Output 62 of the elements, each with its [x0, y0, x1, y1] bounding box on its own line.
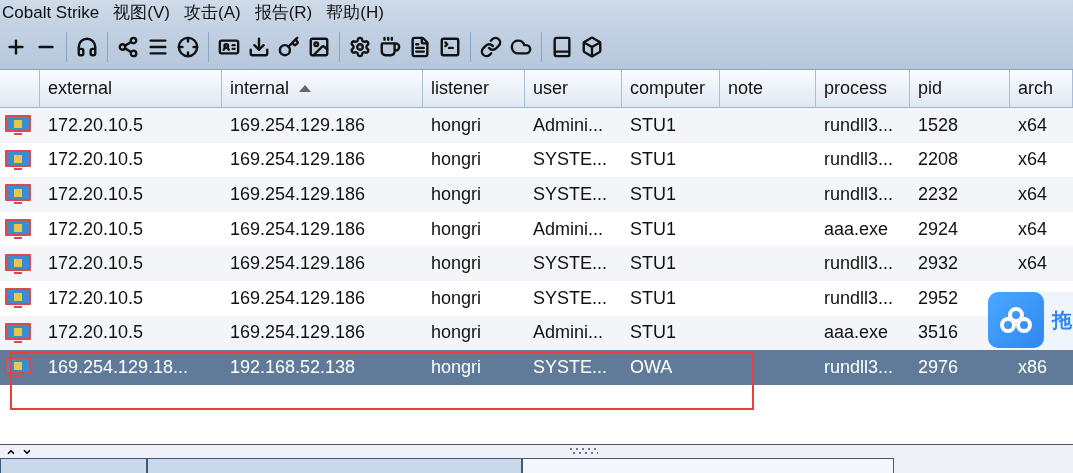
table-cell: SYSTE... [533, 184, 608, 205]
table-cell: hongri [431, 218, 482, 240]
table-cell: 2952 [918, 287, 959, 309]
table-cell: STU1 [630, 218, 676, 240]
table-cell: SYSTE... [533, 287, 608, 309]
table-cell: 2932 [918, 253, 959, 275]
table-cell: 169.254.129.18... [48, 356, 189, 378]
table-cell: aaa.exe [824, 322, 889, 344]
table-cell: Admini... [533, 114, 604, 136]
table-cell: x64 [1018, 184, 1048, 205]
table-cell: SYSTE... [533, 356, 608, 378]
table-cell: aaa.exe [824, 218, 889, 240]
table-cell: 2232 [918, 184, 959, 205]
table-cell: 169.254.129.186 [230, 218, 366, 240]
table-cell: STU1 [630, 184, 676, 205]
table-cell: hongri [431, 149, 482, 171]
table-cell: 169.254.129.186 [230, 184, 366, 205]
table-cell: 172.20.10.5 [48, 149, 144, 171]
table-cell: SYSTE... [533, 253, 608, 275]
table-cell: rundll3... [824, 287, 894, 309]
table-cell: 169.254.129.186 [230, 322, 366, 344]
table-cell: 172.20.10.5 [48, 184, 144, 205]
table-cell: 172.20.10.5 [48, 287, 144, 309]
table-cell: x64 [1018, 218, 1048, 240]
table-cell: Admini... [533, 218, 604, 240]
table-cell: 172.20.10.5 [48, 322, 144, 344]
table-cell: x64 [1018, 253, 1048, 275]
table-cell: 3516 [918, 322, 959, 344]
table-cell: 2924 [918, 218, 959, 240]
table-cell: STU1 [630, 149, 676, 171]
table-cell: x64 [1018, 149, 1048, 171]
table-cell: hongri [431, 184, 482, 205]
table-cell: Admini... [533, 322, 604, 344]
table-cell: rundll3... [824, 184, 894, 205]
table-cell: rundll3... [824, 356, 894, 378]
table-cell: STU1 [630, 322, 676, 344]
table-cell: hongri [431, 253, 482, 275]
table-cell: rundll3... [824, 253, 894, 275]
table-cell: rundll3... [824, 114, 894, 136]
table-cell: STU1 [630, 287, 676, 309]
table-cell: 169.254.129.186 [230, 149, 366, 171]
table-cell: x64 [1018, 114, 1048, 136]
table-cell: 2976 [918, 356, 959, 378]
table-cell: 172.20.10.5 [48, 253, 144, 275]
table-cell: x86 [1018, 356, 1048, 378]
table-cell: 1528 [918, 114, 959, 136]
table-cell: STU1 [630, 253, 676, 275]
table-cell: rundll3... [824, 149, 894, 171]
table-cell: STU1 [630, 114, 676, 136]
table-cell: hongri [431, 356, 482, 378]
table-cell: 169.254.129.186 [230, 253, 366, 275]
table-cell: 172.20.10.5 [48, 114, 144, 136]
table-cell: hongri [431, 322, 482, 344]
table-cell: 2208 [918, 149, 959, 171]
table-cell: hongri [431, 114, 482, 136]
table-cell: SYSTE... [533, 149, 608, 171]
table-cell: 172.20.10.5 [48, 218, 144, 240]
table-cell: 169.254.129.186 [230, 114, 366, 136]
table-cell: 192.168.52.138 [230, 356, 356, 378]
table-cell: 169.254.129.186 [230, 287, 366, 309]
table-cell: hongri [431, 287, 482, 309]
table-cell: OWA [630, 356, 673, 378]
